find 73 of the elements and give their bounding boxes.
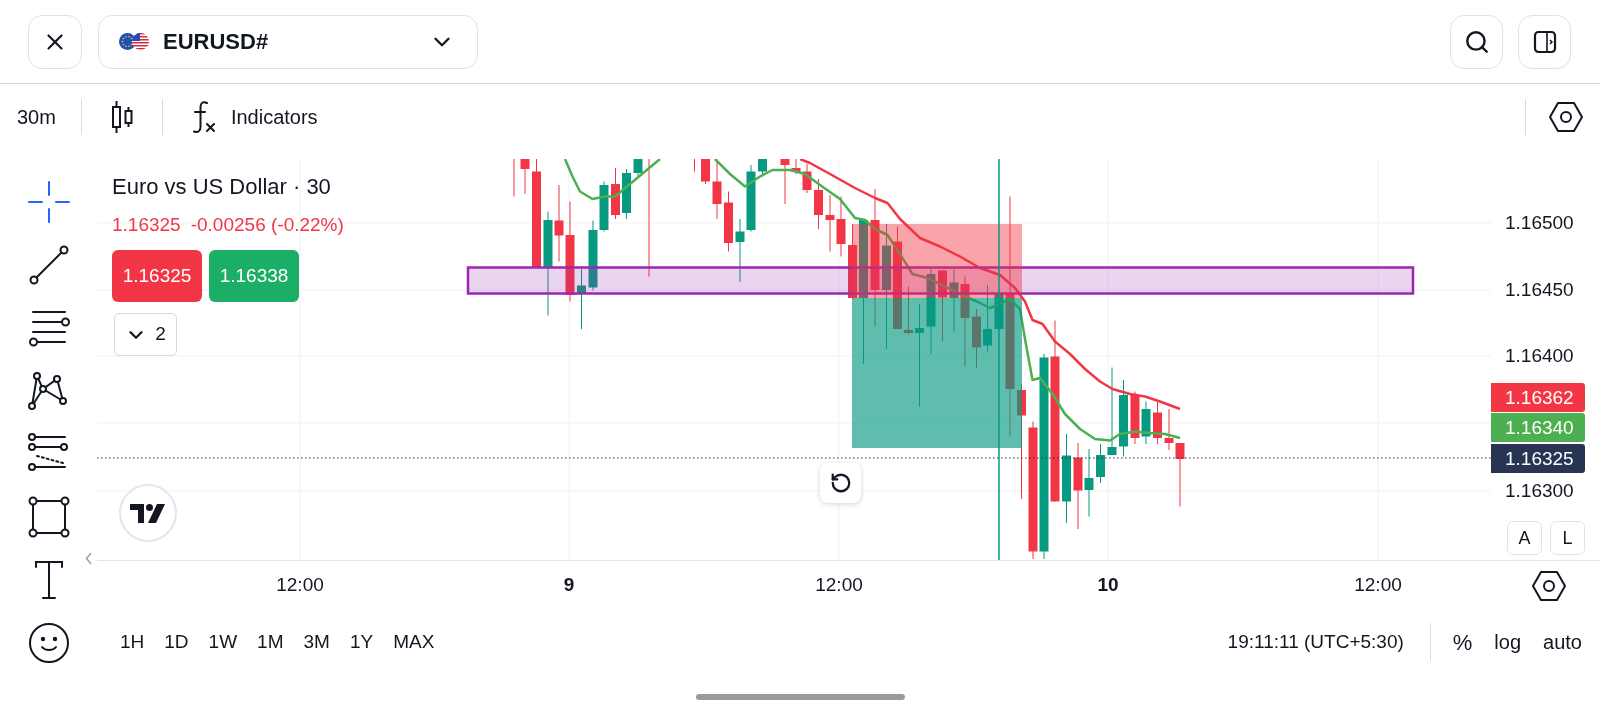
- time-label: 9: [563, 573, 575, 597]
- side-panel-icon: [1532, 29, 1557, 54]
- rotate-arrow-icon: [829, 472, 852, 494]
- range-button[interactable]: 3M: [303, 627, 330, 657]
- price-badge: 1.16362: [1491, 383, 1585, 412]
- time-label: 12:00: [276, 573, 324, 597]
- candle: [983, 284, 992, 352]
- settings-button[interactable]: [1548, 101, 1584, 133]
- time-label: 12:00: [1354, 573, 1402, 597]
- indicators-toggle[interactable]: 2: [114, 313, 177, 356]
- search-button[interactable]: [1450, 14, 1503, 69]
- scale-option-button[interactable]: %: [1452, 625, 1473, 659]
- candle: [1096, 443, 1105, 484]
- candle: [712, 159, 722, 220]
- indicators-button[interactable]: Indicators: [190, 100, 318, 134]
- candle: [611, 167, 620, 220]
- candle: [599, 181, 609, 232]
- candle: [904, 286, 913, 335]
- price-label: 1.16300: [1505, 479, 1574, 503]
- settings-icon: [1530, 569, 1567, 602]
- price-label: 1.16450: [1505, 278, 1574, 302]
- sell-button[interactable]: 1.16325: [112, 250, 202, 302]
- candle: [758, 159, 767, 177]
- candle: [724, 191, 733, 252]
- candle: [825, 194, 835, 252]
- range-button[interactable]: 1D: [164, 627, 189, 657]
- price-badge: 1.16340: [1491, 413, 1585, 442]
- range-button[interactable]: 1M: [257, 627, 284, 657]
- reset-view-button[interactable]: [820, 463, 861, 503]
- axis-mode-button[interactable]: A: [1507, 521, 1542, 555]
- function-icon: [190, 100, 217, 134]
- time-label: 12:00: [815, 573, 863, 597]
- candle: [701, 159, 710, 185]
- price-change: -0.00256 (-0.22%): [190, 213, 344, 237]
- range-button[interactable]: 1H: [120, 627, 145, 657]
- candle: [814, 178, 823, 230]
- last-price: 1.16325: [112, 213, 181, 237]
- clock-text: 19:11:11 (UTC+5:30): [1227, 629, 1404, 654]
- candle: [633, 159, 643, 177]
- chevron-left-icon: [85, 552, 92, 565]
- candle: [836, 196, 846, 257]
- settings-icon: [1548, 101, 1584, 133]
- candle: [972, 308, 981, 369]
- candle: [938, 270, 947, 342]
- panel-toggle-button[interactable]: [1518, 14, 1571, 69]
- symbol-title: Euro vs US Dollar · 30: [112, 173, 331, 201]
- candle: [735, 218, 745, 283]
- price-label: 1.16500: [1505, 211, 1574, 235]
- candle: [746, 164, 756, 232]
- time-axis-settings-button[interactable]: [1530, 569, 1567, 602]
- close-button[interactable]: [28, 14, 82, 69]
- candle: [1141, 401, 1151, 445]
- price-label: 1.16400: [1505, 344, 1574, 368]
- search-icon: [1463, 28, 1490, 55]
- flag-icon: [119, 33, 149, 50]
- symbol-dropdown[interactable]: EURUSD#: [98, 14, 478, 69]
- candle: [1130, 391, 1140, 445]
- price-badge: 1.16325: [1491, 444, 1585, 473]
- time-label: 10: [1097, 573, 1119, 597]
- candle: [622, 168, 631, 220]
- candle: [949, 268, 959, 332]
- candle: [1153, 401, 1162, 445]
- candle: [588, 220, 598, 291]
- interval-button[interactable]: 30m: [17, 102, 56, 132]
- scale-option-button[interactable]: auto: [1543, 627, 1582, 657]
- candle: [1084, 448, 1094, 517]
- range-button[interactable]: 1W: [208, 627, 238, 657]
- candle: [577, 268, 586, 330]
- axis-mode-button[interactable]: L: [1550, 521, 1585, 555]
- candle: [520, 159, 530, 195]
- range-button[interactable]: MAX: [393, 627, 435, 657]
- scale-option-button[interactable]: log: [1494, 627, 1522, 657]
- range-button[interactable]: 1Y: [349, 627, 374, 657]
